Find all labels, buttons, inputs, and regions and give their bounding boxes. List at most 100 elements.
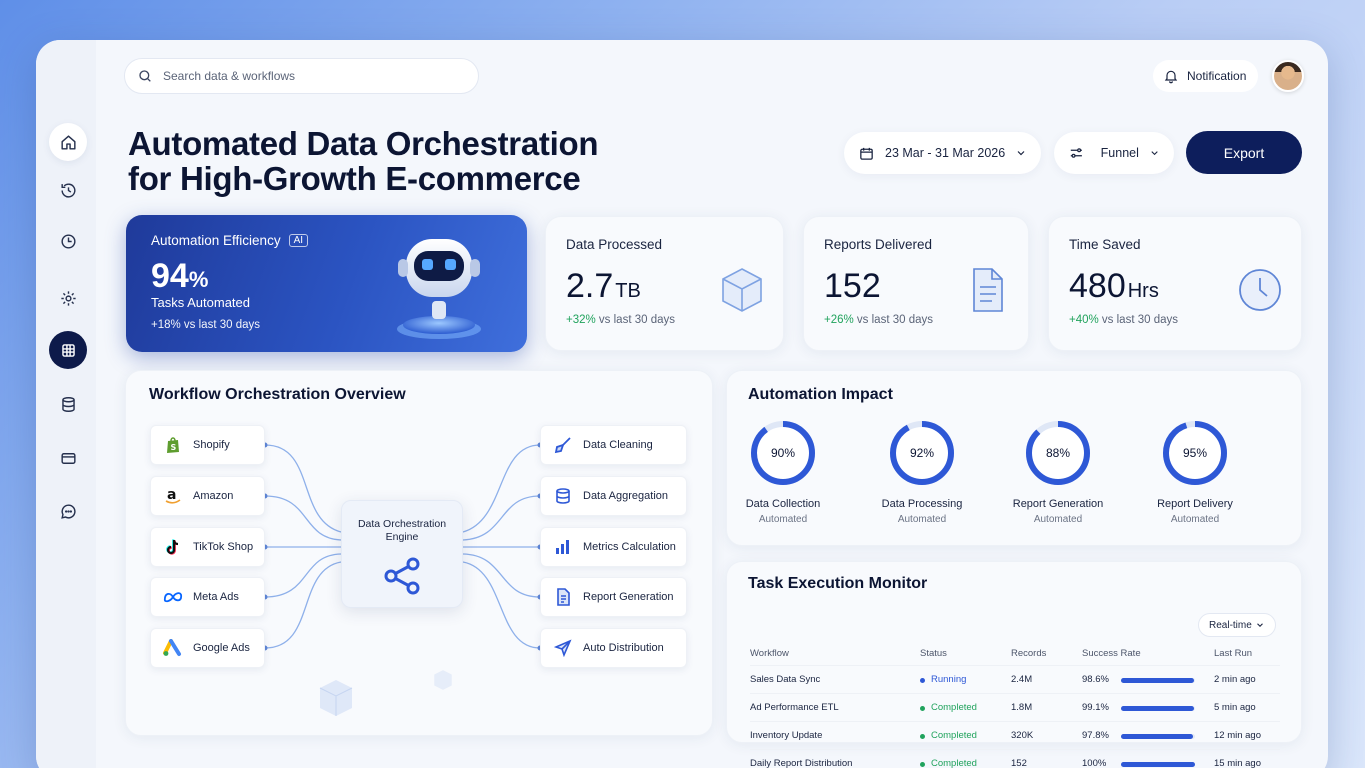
share-nodes-icon <box>384 557 420 595</box>
output-label: Metrics Calculation <box>583 541 676 553</box>
output-label: Data Aggregation <box>583 490 669 502</box>
last-run-value: 5 min ago <box>1214 702 1256 713</box>
task-table: Workflow Status Records Success Rate Las… <box>750 642 1280 768</box>
svg-text:S: S <box>171 443 177 452</box>
success-rate-fill <box>1121 762 1195 767</box>
source-node-meta-ads[interactable]: Meta Ads <box>150 577 265 617</box>
success-rate-fill <box>1121 706 1195 711</box>
workflow-name: Inventory Update <box>750 730 823 741</box>
ring-name: Data Collection <box>745 498 821 510</box>
last-run-value: 15 min ago <box>1214 758 1262 768</box>
success-rate-value: 98.6% <box>1082 674 1109 685</box>
table-body: Sales Data Sync Running 2.4M 98.6% 2 min ago… <box>750 666 1280 768</box>
ring-label: 88% <box>1046 446 1070 460</box>
document-icon <box>553 587 573 607</box>
automation-impact-title: Automation Impact <box>748 386 893 403</box>
send-icon <box>553 638 573 658</box>
records-value: 152 <box>1011 758 1027 768</box>
database-icon <box>553 486 573 506</box>
status-dot <box>920 733 925 739</box>
output-label: Data Cleaning <box>583 439 653 451</box>
success-rate-bar <box>1121 734 1195 739</box>
ring-subtitle: Automated <box>1170 514 1220 525</box>
column-header: Workflow <box>750 648 789 659</box>
realtime-dropdown[interactable]: Real-time <box>1198 613 1276 637</box>
source-node-shopify[interactable]: S Shopify <box>150 425 265 465</box>
status-label: Running <box>931 674 967 685</box>
ring-label: 95% <box>1183 446 1207 460</box>
column-header: Records <box>1011 648 1047 659</box>
source-node-tiktok[interactable]: TikTok Shop <box>150 527 265 567</box>
impact-ring: 92% Data Processing Automated <box>862 418 982 525</box>
records-value: 320K <box>1011 730 1034 741</box>
source-label: Amazon <box>193 490 234 502</box>
orchestration-engine-node[interactable]: Data Orchestration Engine <box>341 500 463 608</box>
ring-name: Data Processing <box>881 498 963 510</box>
impact-ring: 90% Data Collection Automated <box>723 418 843 525</box>
amazon-icon: a <box>163 486 183 506</box>
table-row[interactable]: Daily Report Distribution Completed 152 100… <box>750 750 1280 768</box>
success-rate-fill <box>1121 678 1194 683</box>
success-rate-bar <box>1121 706 1195 711</box>
ring-name: Report Generation <box>1012 498 1104 510</box>
output-node-data-aggregation[interactable]: Data Aggregation <box>540 476 687 516</box>
output-node-auto-distribution[interactable]: Auto Distribution <box>540 628 687 668</box>
records-value: 1.8M <box>1011 702 1033 713</box>
engine-label-line2: Engine <box>385 531 419 543</box>
table-row[interactable]: Inventory Update Completed 320K 97.8% 12 min… <box>750 722 1280 750</box>
tiktok-icon <box>163 537 183 557</box>
status-dot <box>920 761 925 767</box>
chevron-down-icon <box>1257 623 1263 628</box>
column-header: Last Run <box>1214 648 1253 659</box>
progress-ring: 88% <box>1026 421 1090 485</box>
column-header: Status <box>920 648 947 659</box>
source-label: TikTok Shop <box>193 541 254 553</box>
success-rate-value: 99.1% <box>1082 702 1109 713</box>
workflow-name: Ad Performance ETL <box>750 702 839 713</box>
bar-chart-icon <box>553 537 573 557</box>
column-header: Success Rate <box>1082 648 1141 659</box>
success-rate-bar <box>1121 678 1195 683</box>
meta-icon <box>163 587 183 607</box>
success-rate-bar <box>1121 762 1195 767</box>
records-value: 2.4M <box>1011 674 1033 685</box>
ring-label: 92% <box>910 446 934 460</box>
table-row[interactable]: Ad Performance ETL Completed 1.8M 99.1% 5 mi… <box>750 694 1280 722</box>
success-rate-fill <box>1121 734 1194 739</box>
progress-ring: 90% <box>751 421 815 485</box>
output-node-data-cleaning[interactable]: Data Cleaning <box>540 425 687 465</box>
output-node-metrics-calculation[interactable]: Metrics Calculation <box>540 527 687 567</box>
success-rate-value: 97.8% <box>1082 730 1109 741</box>
shopify-icon: S <box>163 435 183 455</box>
workflow-name: Sales Data Sync <box>750 674 821 685</box>
decorative-cube-icon <box>319 680 353 716</box>
output-label: Report Generation <box>583 591 674 603</box>
status-badge: Completed <box>920 722 977 750</box>
ring-subtitle: Automated <box>1033 514 1083 525</box>
source-node-amazon[interactable]: a Amazon <box>150 476 265 516</box>
status-badge: Completed <box>920 750 977 768</box>
ring-label: 90% <box>771 446 795 460</box>
status-label: Completed <box>931 758 977 768</box>
realtime-label: Real-time <box>1209 619 1252 631</box>
source-label: Google Ads <box>193 642 250 654</box>
status-badge: Running <box>920 666 966 694</box>
status-dot <box>920 677 925 683</box>
decorative-cube-icon <box>434 670 452 690</box>
source-node-google-ads[interactable]: Google Ads <box>150 628 265 668</box>
status-label: Completed <box>931 730 977 741</box>
status-label: Completed <box>931 702 977 713</box>
ring-name: Report Delivery <box>1157 498 1233 510</box>
impact-ring: 95% Report Delivery Automated <box>1135 418 1255 525</box>
workflow-name: Daily Report Distribution <box>750 758 853 768</box>
progress-ring: 92% <box>890 421 954 485</box>
source-label: Meta Ads <box>193 591 239 603</box>
progress-ring: 95% <box>1163 421 1227 485</box>
ring-subtitle: Automated <box>758 514 808 525</box>
svg-text:a: a <box>167 487 176 503</box>
app-window: Notification Automated Data Orchestratio… <box>36 40 1328 768</box>
status-badge: Completed <box>920 694 977 722</box>
table-row[interactable]: Sales Data Sync Running 2.4M 98.6% 2 min ago <box>750 666 1280 694</box>
output-node-report-generation[interactable]: Report Generation <box>540 577 687 617</box>
impact-ring: 88% Report Generation Automated <box>998 418 1118 525</box>
